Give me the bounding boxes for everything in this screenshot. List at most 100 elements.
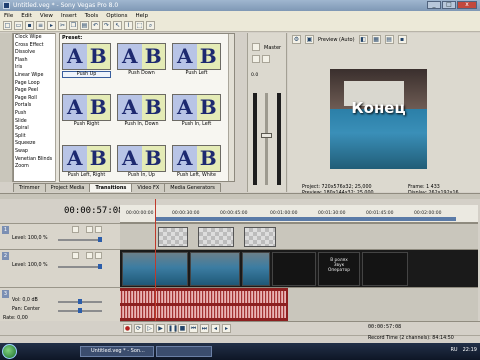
- clock[interactable]: 22:19: [463, 347, 477, 353]
- list-item[interactable]: Zoom: [14, 163, 57, 171]
- tab-transitions[interactable]: Transitions: [89, 183, 133, 192]
- timeline-clip[interactable]: [244, 227, 276, 247]
- start-button[interactable]: [2, 344, 17, 359]
- tab-video-fx[interactable]: Video FX: [131, 183, 166, 192]
- track-fx-icon[interactable]: [72, 226, 79, 233]
- track-level-slider[interactable]: [58, 266, 102, 268]
- list-item[interactable]: Cross Effect: [14, 42, 57, 50]
- menu-insert[interactable]: Insert: [61, 13, 77, 19]
- list-item[interactable]: Iris: [14, 64, 57, 72]
- list-item[interactable]: Venetian Blinds: [14, 156, 57, 164]
- preset-thumb-push-up[interactable]: AB Push Up: [62, 43, 111, 79]
- timeline-clip[interactable]: [242, 252, 270, 286]
- audio-waveform[interactable]: [120, 291, 286, 303]
- preset-thumb-push-right[interactable]: AB Push Right: [62, 94, 111, 130]
- list-item[interactable]: Swap: [14, 148, 57, 156]
- undo-icon[interactable]: ↶: [91, 21, 100, 30]
- track-pan-knob[interactable]: [78, 308, 82, 313]
- preview-settings-icon[interactable]: ⚙: [292, 35, 301, 44]
- copy-snapshot-icon[interactable]: ▤: [384, 35, 394, 44]
- play-icon[interactable]: ▶: [156, 324, 165, 333]
- copy-icon[interactable]: ❐: [69, 21, 78, 30]
- preset-thumb-push-left[interactable]: AB Push Left: [172, 43, 221, 79]
- list-item[interactable]: Clock Wipe: [14, 34, 57, 42]
- save-icon[interactable]: ▪: [25, 21, 34, 30]
- preset-scrollbar[interactable]: [228, 34, 234, 181]
- track-level-knob[interactable]: [98, 264, 102, 269]
- envelope-tool-icon[interactable]: ⌇: [124, 21, 133, 30]
- master-fader[interactable]: [261, 133, 272, 138]
- list-item[interactable]: Squeeze: [14, 140, 57, 148]
- track-level-slider[interactable]: [58, 239, 102, 241]
- menu-tools[interactable]: Tools: [85, 13, 99, 19]
- loop-region-bar[interactable]: [156, 217, 456, 221]
- maximize-button[interactable]: □: [442, 1, 456, 9]
- tab-media-generators[interactable]: Media Generators: [164, 183, 221, 192]
- menu-view[interactable]: View: [40, 13, 53, 19]
- loop-icon[interactable]: ⟳: [134, 324, 143, 333]
- go-to-start-icon[interactable]: ⏮: [189, 324, 198, 333]
- track-volume-knob[interactable]: [78, 299, 82, 304]
- preset-thumb-push-in-down[interactable]: AB Push In, Down: [117, 94, 166, 130]
- taskbar-item-2[interactable]: [156, 346, 212, 357]
- master-fx-icon[interactable]: [252, 43, 260, 51]
- list-item[interactable]: Dissolve: [14, 49, 57, 57]
- go-to-end-icon[interactable]: ⏭: [200, 324, 209, 333]
- track-solo-icon[interactable]: [95, 226, 102, 233]
- preset-thumb-push-in-left[interactable]: AB Push In, Left: [172, 94, 221, 130]
- taskbar-item-vegas[interactable]: Untitled.veg * - Son...: [80, 346, 154, 357]
- timeline-clip[interactable]: [158, 227, 188, 247]
- list-item[interactable]: Page Peel: [14, 87, 57, 95]
- audio-waveform[interactable]: [120, 306, 286, 318]
- open-icon[interactable]: ▭: [14, 21, 23, 30]
- timeline-clip[interactable]: [190, 252, 240, 286]
- render-icon[interactable]: ▸: [47, 21, 56, 30]
- track-level-knob[interactable]: [98, 237, 102, 242]
- track-solo-icon[interactable]: [95, 252, 102, 259]
- master-solo-icon[interactable]: [262, 55, 270, 63]
- edit-tool-icon[interactable]: ↖: [113, 21, 122, 30]
- timeline-playhead[interactable]: [155, 199, 156, 322]
- next-frame-icon[interactable]: ▸: [222, 324, 231, 333]
- split-screen-icon[interactable]: ◧: [358, 35, 368, 44]
- master-mute-icon[interactable]: [252, 55, 260, 63]
- paste-icon[interactable]: ▤: [80, 21, 89, 30]
- list-item[interactable]: Linear Wipe: [14, 72, 57, 80]
- language-indicator[interactable]: RU: [450, 347, 457, 353]
- minimize-button[interactable]: _: [427, 1, 441, 9]
- menu-help[interactable]: Help: [136, 13, 149, 19]
- timeline-ruler[interactable]: 00:00:00:00 00:00:30:00 00:00:45:00 00:0…: [120, 205, 478, 223]
- play-from-start-icon[interactable]: ▷: [145, 324, 154, 333]
- preview-quality-dropdown[interactable]: Preview (Auto): [318, 37, 355, 43]
- track-mute-icon[interactable]: [86, 226, 93, 233]
- preset-thumb-push-in-up[interactable]: AB Push In, Up: [117, 145, 166, 181]
- close-button[interactable]: x: [457, 1, 477, 9]
- tab-trimmer[interactable]: Trimmer: [13, 183, 46, 192]
- menu-edit[interactable]: Edit: [21, 13, 32, 19]
- pause-icon[interactable]: ❚❚: [167, 324, 178, 333]
- redo-icon[interactable]: ↷: [102, 21, 111, 30]
- list-item[interactable]: Page Loop: [14, 80, 57, 88]
- new-icon[interactable]: □: [3, 21, 12, 30]
- list-item[interactable]: Flash: [14, 57, 57, 65]
- save-snapshot-icon[interactable]: ▪: [397, 35, 407, 44]
- list-item[interactable]: Portals: [14, 102, 57, 110]
- tab-project-media[interactable]: Project Media: [44, 183, 91, 192]
- timeline-clip[interactable]: [362, 252, 408, 286]
- track-mute-icon[interactable]: [86, 252, 93, 259]
- timeline-clip[interactable]: [272, 252, 316, 286]
- timeline-clip[interactable]: В ролях Звук Оператор: [318, 252, 360, 286]
- preset-thumb-push-down[interactable]: AB Push Down: [117, 43, 166, 79]
- preset-thumb-push-left-right[interactable]: AB Push Left, Right: [62, 145, 111, 181]
- properties-icon[interactable]: ≡: [36, 21, 45, 30]
- track-fx-icon[interactable]: [72, 252, 79, 259]
- list-item[interactable]: Push: [14, 110, 57, 118]
- menu-file[interactable]: File: [4, 13, 13, 19]
- zoom-tool-icon[interactable]: ⌕: [146, 21, 155, 30]
- prev-frame-icon[interactable]: ◂: [211, 324, 220, 333]
- timeline-clip[interactable]: [198, 227, 234, 247]
- cut-icon[interactable]: ✂: [58, 21, 67, 30]
- list-item[interactable]: Page Roll: [14, 95, 57, 103]
- stop-icon[interactable]: ■: [178, 324, 187, 333]
- list-item[interactable]: Slide: [14, 118, 57, 126]
